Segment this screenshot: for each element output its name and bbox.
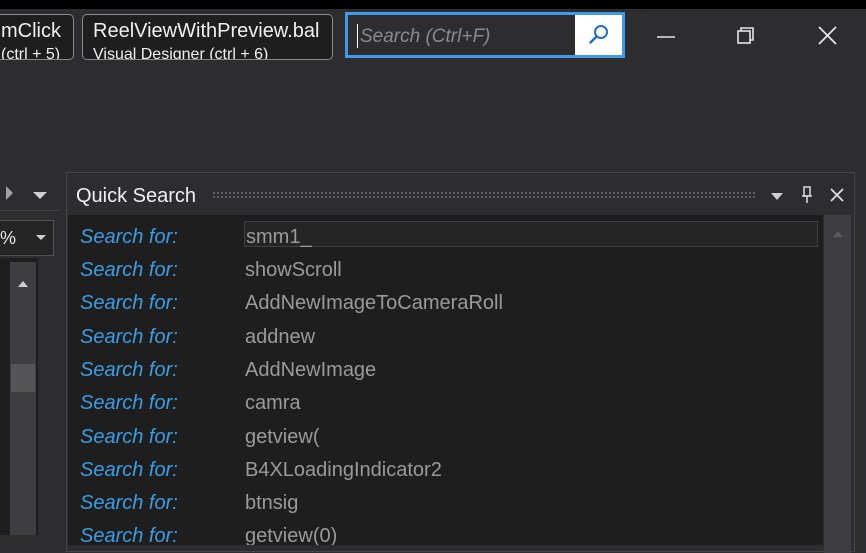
tab-mclick[interactable]: mClick (ctrl + 5) <box>0 14 74 60</box>
close-icon <box>818 26 837 45</box>
list-item[interactable]: Search for: getview( <box>68 417 823 450</box>
search-term-input[interactable]: smm1_ <box>244 221 818 248</box>
search-icon <box>588 25 608 44</box>
search-input[interactable] <box>358 19 577 55</box>
search-for-label: Search for: <box>80 226 178 248</box>
list-item[interactable]: Search for: addnew <box>68 317 823 350</box>
search-for-label: Search for: <box>80 259 178 281</box>
search-for-label: Search for: <box>80 359 178 381</box>
scrollbar-thumb[interactable] <box>11 364 35 392</box>
panel-title: Quick Search <box>76 185 197 207</box>
search-term: addnew <box>245 326 316 348</box>
list-item[interactable]: Search for: btnsig <box>68 483 823 516</box>
list-item[interactable]: Search for: getview(0) <box>68 516 823 545</box>
left-scrollbar[interactable] <box>10 262 36 535</box>
search-for-label: Search for: <box>80 525 178 545</box>
dropdown-arrow-icon[interactable] <box>31 190 49 202</box>
list-item[interactable]: Search for: AddNewImage <box>68 350 823 383</box>
search-for-label: Search for: <box>80 292 178 314</box>
pin-icon[interactable] <box>800 185 814 205</box>
scroll-up-icon[interactable] <box>17 280 29 288</box>
tab-reelviewwithpreview[interactable]: ReelViewWithPreview.bal Visual Designer … <box>82 14 333 60</box>
quick-search-scrollbar[interactable] <box>824 215 851 553</box>
search-term: B4XLoadingIndicator2 <box>245 459 442 481</box>
chevron-right-icon[interactable] <box>4 184 16 202</box>
search-term: camra <box>245 392 301 414</box>
list-item[interactable]: Search for: AddNewImageToCameraRoll <box>68 283 823 316</box>
close-icon[interactable] <box>829 186 845 204</box>
list-item[interactable]: Search for: camra <box>68 383 823 416</box>
search-for-label: Search for: <box>80 426 178 448</box>
list-item[interactable]: Search for: smm1_ <box>68 217 823 250</box>
search-term: btnsig <box>245 492 299 514</box>
drag-grip[interactable] <box>212 191 757 200</box>
minimize-button[interactable] <box>642 14 690 58</box>
tab-shortcut: Visual Designer (ctrl + 6) <box>93 46 269 60</box>
tab-shortcut: (ctrl + 5) <box>1 46 61 60</box>
restore-button[interactable] <box>722 14 770 58</box>
global-search-box[interactable] <box>345 12 625 58</box>
quick-search-panel: Quick Search Search for: smm1_ Search fo… <box>66 172 855 553</box>
search-term: showScroll <box>245 259 342 281</box>
search-button[interactable] <box>575 15 622 55</box>
scroll-up-icon[interactable] <box>832 230 844 238</box>
search-for-label: Search for: <box>80 492 178 514</box>
chevron-down-icon <box>36 235 46 240</box>
tab-title: mClick <box>1 20 61 42</box>
search-term: getview( <box>245 426 320 448</box>
list-item[interactable]: Search for: B4XLoadingIndicator2 <box>68 450 823 483</box>
search-for-label: Search for: <box>80 459 178 481</box>
chevron-down-icon[interactable] <box>770 192 784 202</box>
search-term: AddNewImage <box>245 359 377 381</box>
zoom-value: % <box>0 228 17 248</box>
tab-title: ReelViewWithPreview.bal <box>93 20 320 42</box>
top-strip <box>0 0 866 9</box>
minimize-icon <box>657 36 675 38</box>
search-term: AddNewImageToCameraRoll <box>245 292 503 314</box>
search-term: getview(0) <box>245 525 338 545</box>
divider <box>0 210 60 211</box>
search-for-label: Search for: <box>80 392 178 414</box>
restore-icon <box>737 27 754 44</box>
zoom-dropdown[interactable]: % <box>0 220 54 256</box>
search-history-list: Search for: smm1_ Search for: showScroll… <box>68 215 823 545</box>
search-for-label: Search for: <box>80 326 178 348</box>
list-item[interactable]: Search for: showScroll <box>68 250 823 283</box>
close-button[interactable] <box>803 14 851 58</box>
